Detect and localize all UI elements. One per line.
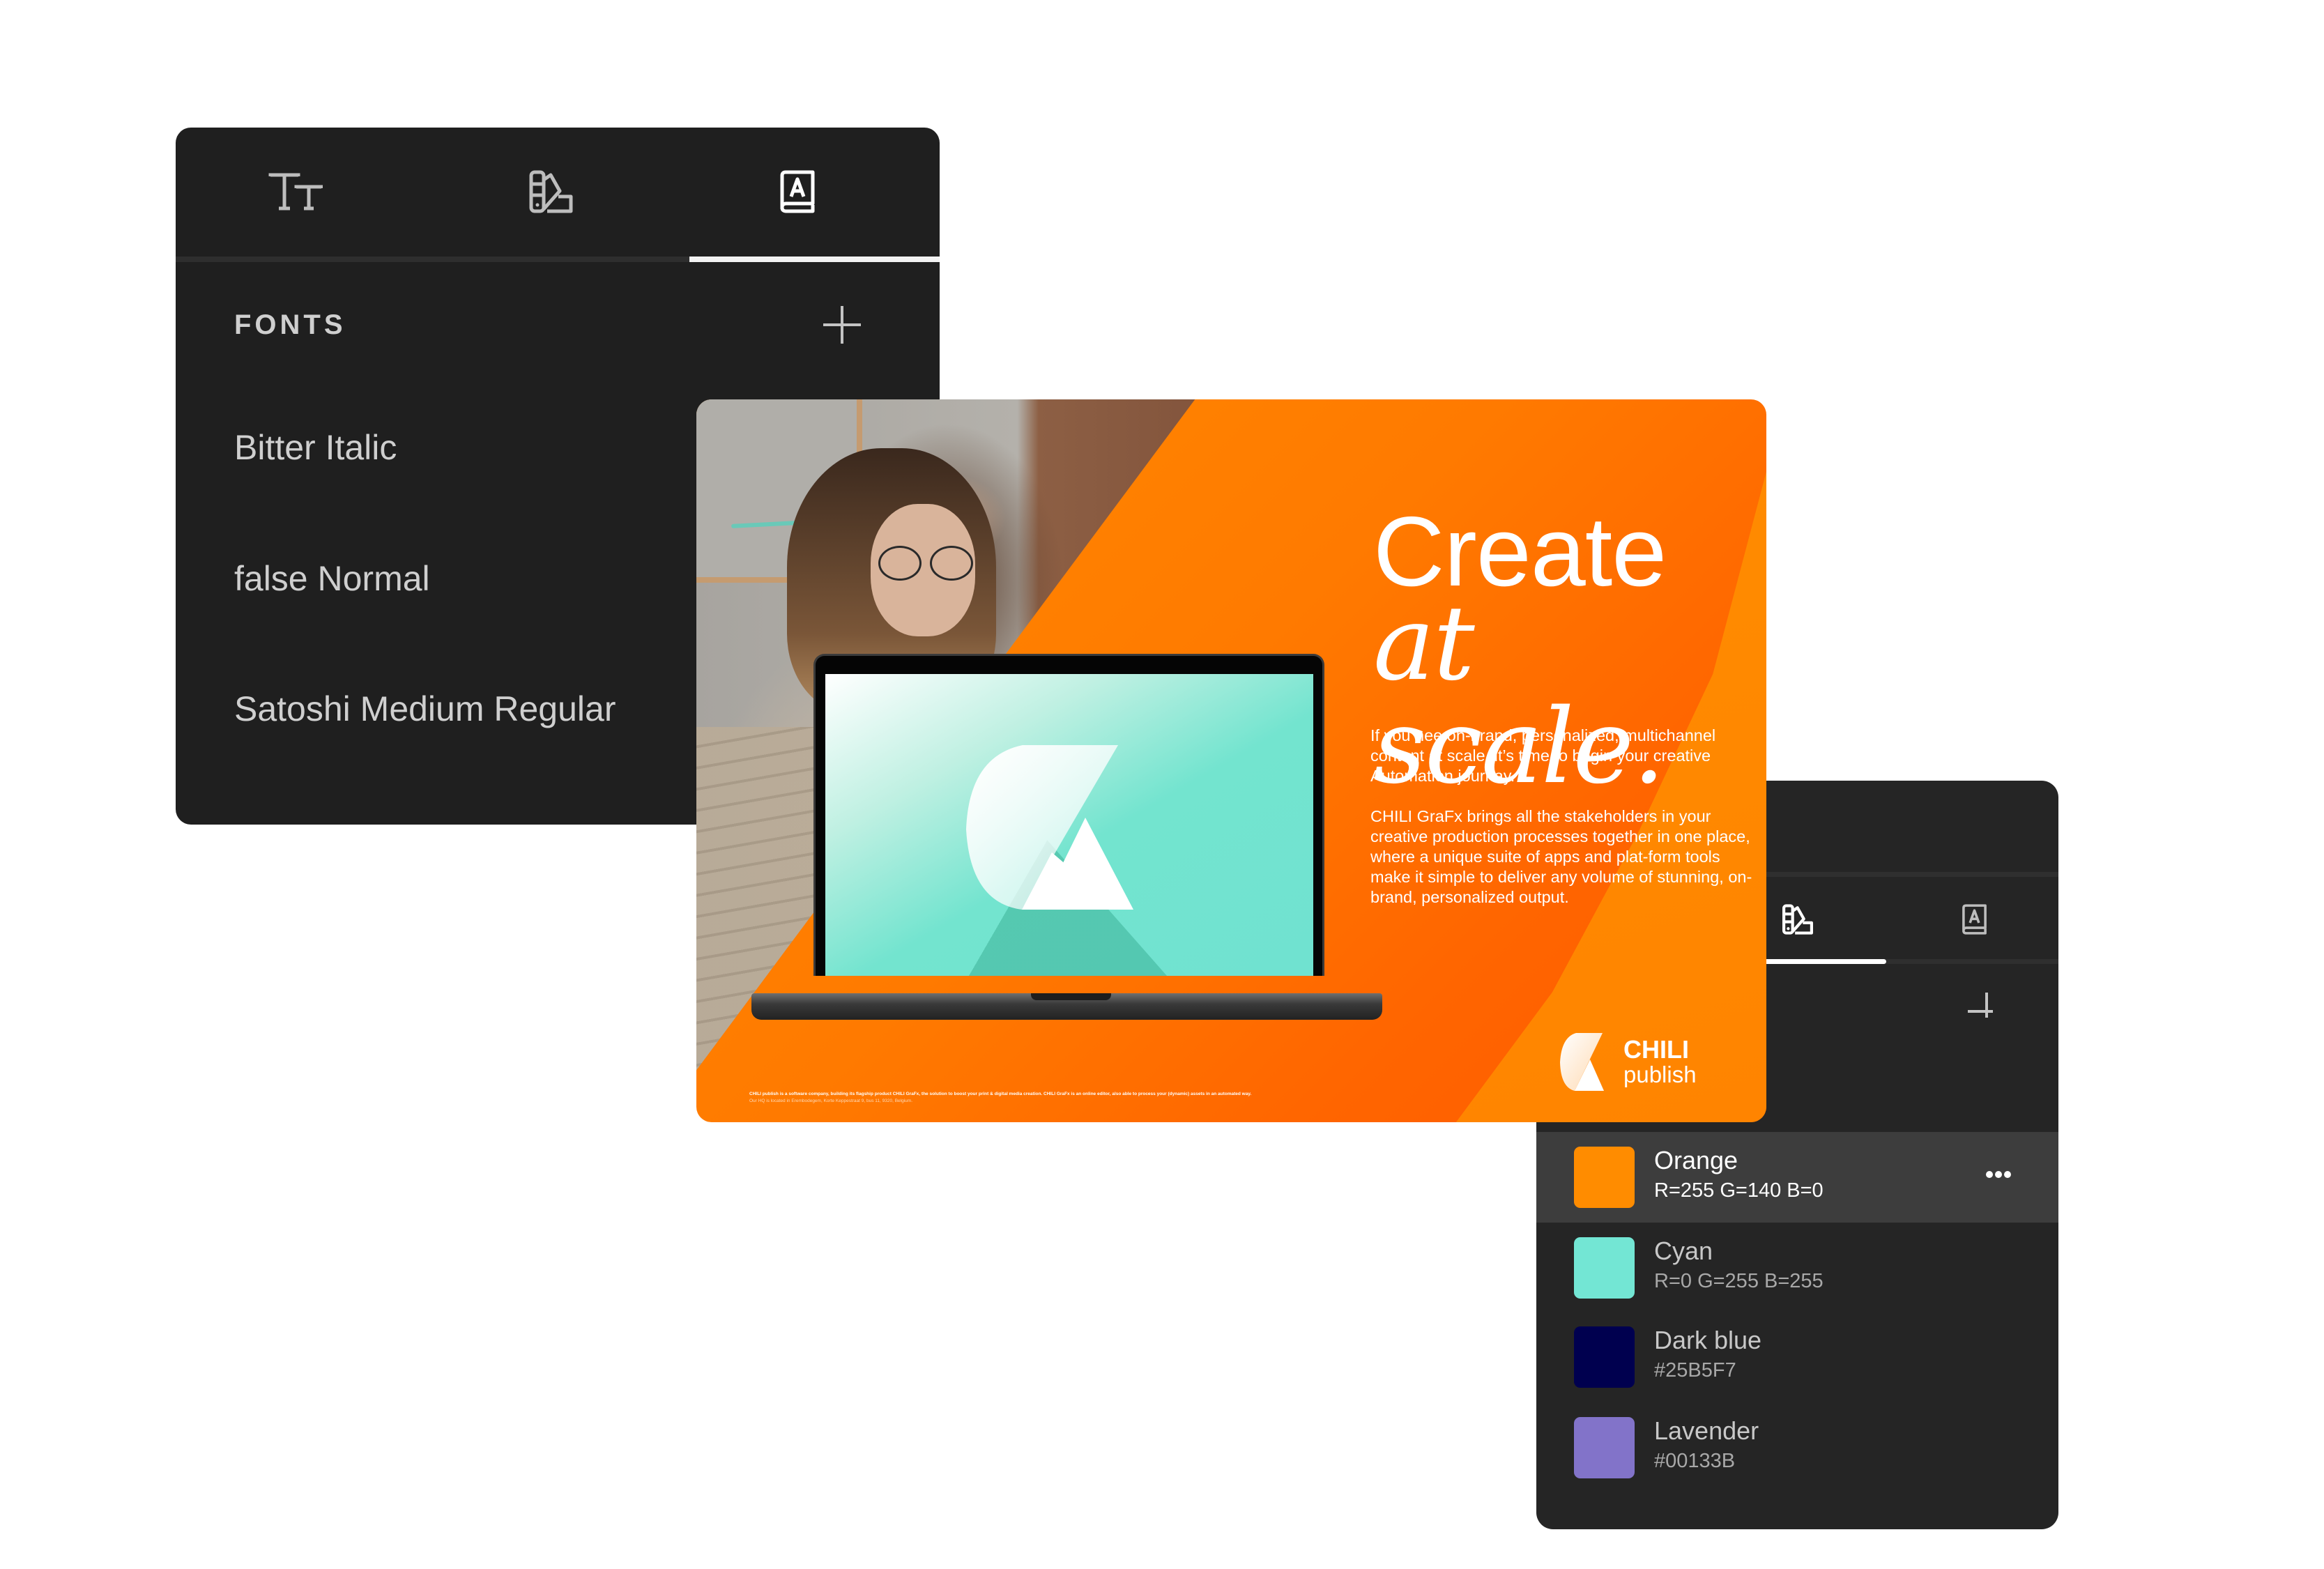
font-book-icon: [1962, 904, 1987, 935]
chili-publish-logo-icon: [1560, 1033, 1604, 1091]
fineprint-address: Our HQ is located in Erembodegem, Korte …: [749, 1099, 913, 1103]
color-name: Dark blue: [1654, 1326, 1762, 1354]
tab-fonts[interactable]: [779, 170, 816, 213]
color-item-orange[interactable]: Orange R=255 G=140 B=0: [1536, 1132, 2058, 1223]
body-paragraph-2: CHILI GraFx brings all the stakeholders …: [1370, 807, 1752, 906]
color-name: Orange: [1654, 1146, 1738, 1174]
font-item-false-normal[interactable]: false Normal: [234, 558, 430, 599]
color-value: R=0 G=255 B=255: [1654, 1270, 1824, 1292]
color-value: R=255 G=140 B=0: [1654, 1179, 1824, 1202]
text-size-icon: [268, 173, 323, 211]
tab-fonts[interactable]: [1962, 904, 1987, 935]
tab-colors[interactable]: [1782, 904, 1813, 935]
tab-text-styles[interactable]: [268, 173, 323, 211]
font-item-bitter-italic[interactable]: Bitter Italic: [234, 427, 397, 468]
add-color-button[interactable]: [1968, 993, 1993, 1018]
add-font-button[interactable]: [823, 306, 861, 344]
color-name: Lavender: [1654, 1416, 1759, 1445]
font-item-satoshi-medium-regular[interactable]: Satoshi Medium Regular: [234, 689, 616, 729]
color-swatch: [1574, 1326, 1635, 1388]
active-tab-indicator: [689, 257, 940, 262]
color-value: #25B5F7: [1654, 1359, 1736, 1382]
design-preview-banner[interactable]: Create at scale. If you nee on-brand, pe…: [696, 399, 1766, 1122]
color-swatches-icon: [1782, 904, 1813, 935]
color-swatch: [1574, 1147, 1635, 1208]
color-value: #00133B: [1654, 1450, 1736, 1472]
chili-logo-icon: [966, 745, 1133, 910]
laptop-notch: [1031, 993, 1111, 1000]
body-paragraph-1: If you nee on-brand, personalized, multi…: [1370, 726, 1716, 785]
tab-colors[interactable]: [529, 170, 573, 213]
color-item-dark-blue[interactable]: Dark blue #25B5F7: [1536, 1312, 2058, 1402]
more-horizontal-icon: [1986, 1171, 1993, 1178]
color-swatch: [1574, 1237, 1635, 1299]
color-swatches-icon: [529, 170, 573, 213]
fineprint-company: CHILI publish is a software company, bui…: [749, 1092, 1252, 1096]
more-options-button[interactable]: [1986, 1171, 2011, 1181]
fonts-section-title: FONTS: [234, 309, 346, 340]
color-swatch: [1574, 1417, 1635, 1478]
brand-name-publish: publish: [1623, 1062, 1697, 1087]
font-book-icon: [780, 170, 815, 213]
color-item-cyan[interactable]: Cyan R=0 G=255 B=255: [1536, 1223, 2058, 1313]
laptop-screen: [825, 674, 1313, 976]
color-name: Cyan: [1654, 1237, 1713, 1265]
color-item-lavender[interactable]: Lavender #00133B: [1536, 1402, 2058, 1493]
brand-name-chili: CHILI: [1623, 1035, 1689, 1064]
